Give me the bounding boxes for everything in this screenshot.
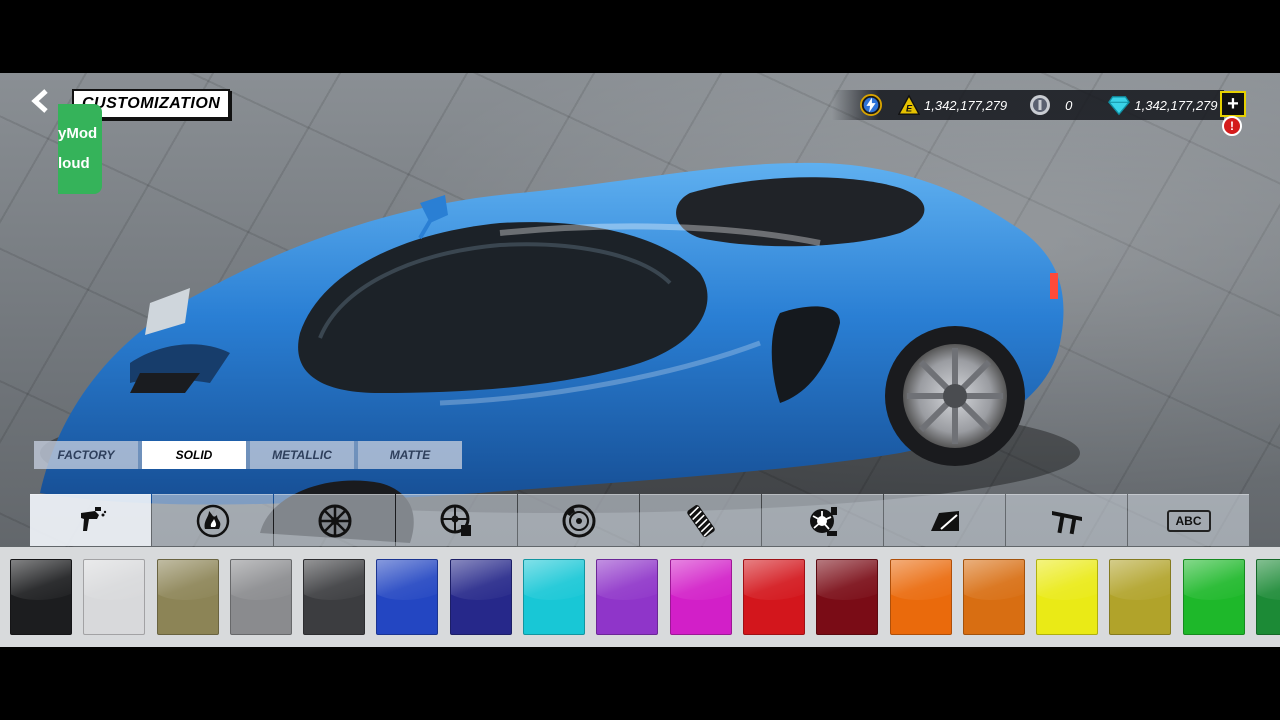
swatch-dark-yellow[interactable] <box>1109 559 1172 635</box>
diamond-value: 1,342,177,279 <box>1134 97 1218 113</box>
tab-solid[interactable]: SOLID <box>142 441 246 469</box>
swatch-orange[interactable] <box>889 559 952 635</box>
rim-icon <box>318 504 351 537</box>
wrench-icon <box>1029 94 1051 116</box>
letterbox-bottom <box>0 647 1280 720</box>
alert-badge: ! <box>1222 116 1242 136</box>
swatch-silver[interactable] <box>229 559 292 635</box>
energy-indicator[interactable] <box>860 94 886 116</box>
tire-icon <box>686 504 715 537</box>
brake-disc-icon <box>562 504 595 537</box>
category-spoiler[interactable] <box>1006 494 1127 546</box>
category-window-tint[interactable] <box>884 494 1005 546</box>
rim-paint-icon <box>440 504 471 536</box>
swatch-dark-gray[interactable] <box>303 559 366 635</box>
category-rim-paint[interactable] <box>396 494 517 546</box>
swatch-black[interactable] <box>10 559 72 635</box>
parts-value: 0 <box>1065 97 1073 113</box>
swatch-green[interactable] <box>1182 559 1245 635</box>
tab-metallic[interactable]: METALLIC <box>250 441 354 469</box>
paint-type-tabs: FACTORY SOLID METALLIC MATTE <box>34 441 462 469</box>
letterbox-top <box>0 0 1280 73</box>
window-tint-icon <box>930 510 959 531</box>
category-paint[interactable] <box>30 494 151 546</box>
spoiler-icon <box>1051 510 1082 534</box>
color-swatch-strip <box>0 547 1280 647</box>
category-turbo[interactable] <box>762 494 883 546</box>
watermark-line-1: yMod <box>58 125 98 142</box>
category-license-plate[interactable]: ABC <box>1128 494 1249 546</box>
swatch-navy[interactable] <box>449 559 512 635</box>
spray-gun-icon <box>80 506 106 531</box>
swatch-dark-green[interactable] <box>1256 559 1280 635</box>
category-decals[interactable] <box>152 494 273 546</box>
watermark-line-2: loud <box>58 155 90 172</box>
license-plate-icon: ABC <box>1166 509 1211 532</box>
parts-counter[interactable]: 0 <box>1029 94 1072 116</box>
cash-e-icon: E <box>898 94 920 116</box>
category-rims[interactable] <box>274 494 395 546</box>
svg-text:E: E <box>906 103 913 113</box>
cash-value: 1,342,177,279 <box>924 97 1008 113</box>
diamond-icon <box>1108 94 1131 116</box>
swatch-purple[interactable] <box>596 559 659 635</box>
flame-decal-icon <box>196 504 229 537</box>
swatch-red[interactable] <box>742 559 805 635</box>
back-button[interactable] <box>24 86 58 116</box>
back-arrow-icon <box>31 89 48 113</box>
diamond-counter[interactable]: 1,342,177,279 <box>1108 94 1218 116</box>
swatch-blue[interactable] <box>376 559 439 635</box>
energy-icon <box>860 94 882 116</box>
tab-matte[interactable]: MATTE <box>358 441 462 469</box>
add-currency-button[interactable]: + <box>1220 91 1246 117</box>
currency-bar: E 1,342,177,279 0 1,342,177,279 <box>832 90 1224 120</box>
watermark-badge: yMod loud <box>58 104 102 194</box>
category-brakes[interactable] <box>518 494 639 546</box>
swatch-white[interactable] <box>83 559 146 635</box>
turbo-icon <box>809 506 837 536</box>
swatch-magenta[interactable] <box>669 559 732 635</box>
swatch-dark-orange[interactable] <box>962 559 1025 635</box>
swatch-yellow[interactable] <box>1036 559 1099 635</box>
customization-category-bar: ABC <box>30 494 1249 546</box>
swatch-dark-red[interactable] <box>816 559 879 635</box>
swatch-olive[interactable] <box>156 559 219 635</box>
swatch-cyan[interactable] <box>523 559 586 635</box>
cash-counter[interactable]: E 1,342,177,279 <box>898 94 1007 116</box>
tab-factory[interactable]: FACTORY <box>34 441 138 469</box>
category-tires[interactable] <box>640 494 761 546</box>
